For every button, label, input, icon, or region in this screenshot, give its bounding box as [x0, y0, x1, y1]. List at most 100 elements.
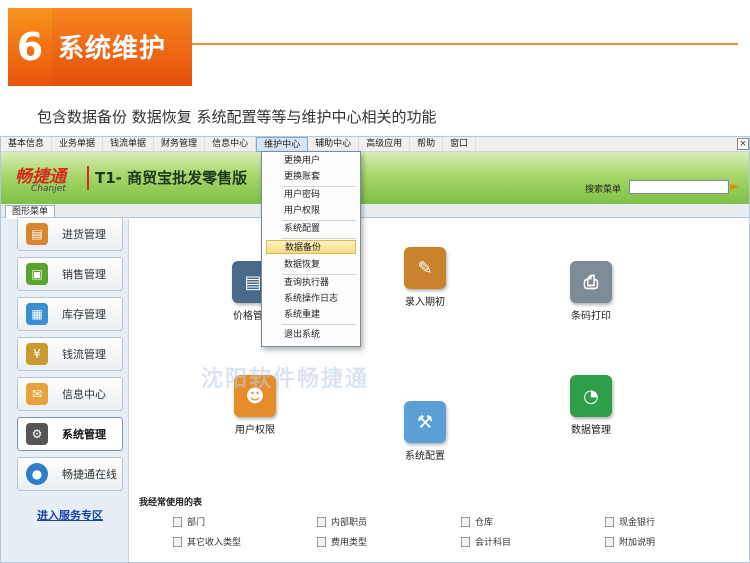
brand-bar: 畅捷通 Chanjet T1- 商贸宝批发零售版 搜索菜单 ► — [1, 152, 749, 204]
menu-item-switch-user[interactable]: 更换用户 — [266, 154, 356, 168]
logo-divider — [87, 166, 89, 190]
sidebar-item-cashflow[interactable]: ¥ 钱流管理 — [17, 337, 123, 371]
menu-item-system-rebuild[interactable]: 系统重建 — [266, 308, 356, 322]
slide: 6 系统维护 包含数据备份 数据恢复 系统配置等等与维护中心相关的功能 基本信息… — [0, 0, 750, 563]
menu-item-user-password[interactable]: 用户密码 — [266, 188, 356, 202]
main-panel: ▤ 价格管理 ✎ 录入期初 ⎙ 条码打印 ☻ 用户权限 ⚒ 系统配置 ◔ 数据管… — [129, 219, 749, 562]
feature-label: 用户权限 — [235, 425, 275, 436]
menu-item-switch-account[interactable]: 更换账套 — [266, 170, 356, 184]
sidebar-item-online[interactable]: ● 畅捷通在线 — [17, 457, 123, 491]
fav-expense-type[interactable]: 费用类型 — [317, 535, 367, 548]
fav-other-income[interactable]: 其它收入类型 — [173, 535, 241, 548]
money-icon: ¥ — [26, 343, 48, 365]
menu-item-data-restore[interactable]: 数据恢复 — [266, 258, 356, 272]
sidebar-item-label: 系统管理 — [62, 428, 106, 441]
sidebar-item-purchase[interactable]: ▤ 进货管理 — [17, 217, 123, 251]
tab-strip: 图形菜单 — [1, 204, 749, 218]
document-icon — [317, 516, 326, 527]
inventory-icon: ▦ — [26, 303, 48, 325]
document-icon — [605, 516, 614, 527]
fav-department[interactable]: 部门 — [173, 515, 205, 528]
sidebar-item-inventory[interactable]: ▦ 库存管理 — [17, 297, 123, 331]
menu-help[interactable]: 帮助 — [410, 137, 444, 152]
document-icon — [173, 536, 182, 547]
fav-label: 会计科目 — [475, 538, 512, 548]
fav-label: 内部职员 — [331, 518, 368, 528]
menu-basic-info[interactable]: 基本信息 — [1, 137, 53, 152]
search-input[interactable] — [629, 180, 729, 194]
sidebar-item-label: 畅捷通在线 — [62, 468, 117, 481]
menu-item-system-config[interactable]: 系统配置 — [266, 222, 356, 236]
wrench-icon: ⚒ — [404, 401, 446, 443]
settings-icon: ⚙ — [26, 423, 48, 445]
menu-item-query-executor[interactable]: 查询执行器 — [266, 276, 356, 290]
feature-label: 数据管理 — [571, 425, 611, 436]
menu-maintenance-center[interactable]: 维护中心 — [256, 137, 309, 152]
close-icon[interactable]: × — [737, 138, 749, 150]
menu-business-docs[interactable]: 业务单据 — [52, 137, 104, 152]
slide-subtitle: 包含数据备份 数据恢复 系统配置等等与维护中心相关的功能 — [37, 108, 437, 126]
menu-info-center[interactable]: 信息中心 — [205, 137, 257, 152]
info-icon: ✉ — [26, 383, 48, 405]
sidebar-item-system[interactable]: ⚙ 系统管理 — [17, 417, 123, 451]
feature-label: 条码打印 — [571, 311, 611, 322]
title-divider — [192, 43, 738, 45]
menu-bar: 基本信息 业务单据 钱流单据 财务管理 信息中心 维护中心 辅助中心 高级应用 … — [1, 137, 749, 152]
menu-separator — [282, 238, 356, 239]
sidebar-item-label: 销售管理 — [62, 268, 106, 281]
menu-item-data-backup[interactable]: 数据备份 — [266, 240, 356, 254]
purchase-icon: ▤ — [26, 223, 48, 245]
product-name: T1- 商贸宝批发零售版 — [95, 169, 248, 187]
document-icon — [605, 536, 614, 547]
sidebar-item-label: 库存管理 — [62, 308, 106, 321]
document-icon — [173, 516, 182, 527]
feature-label: 系统配置 — [405, 451, 445, 462]
menu-separator — [282, 220, 356, 221]
document-icon — [461, 536, 470, 547]
app-window: 基本信息 业务单据 钱流单据 财务管理 信息中心 维护中心 辅助中心 高级应用 … — [0, 136, 750, 563]
fav-notes[interactable]: 附加说明 — [605, 535, 655, 548]
fav-label: 现金银行 — [619, 518, 656, 528]
enter-service-zone-link[interactable]: 进入服务专区 — [37, 507, 103, 523]
sidebar-item-label: 钱流管理 — [62, 348, 106, 361]
fav-staff[interactable]: 内部职员 — [317, 515, 367, 528]
menu-item-operation-log[interactable]: 系统操作日志 — [266, 292, 356, 306]
fav-warehouse[interactable]: 仓库 — [461, 515, 493, 528]
fav-label: 仓库 — [475, 518, 494, 528]
fav-label: 部门 — [187, 518, 206, 528]
sidebar-item-label: 信息中心 — [62, 388, 106, 401]
maintenance-dropdown-menu: 更换用户 更换账套 用户密码 用户权限 系统配置 数据备份 数据恢复 查询执行器… — [261, 151, 361, 347]
watermark-text: 沈阳软件畅捷通 — [201, 367, 370, 392]
menu-item-user-rights[interactable]: 用户权限 — [266, 204, 356, 218]
fav-cash-bank[interactable]: 现金银行 — [605, 515, 655, 528]
favorites-title: 我经常使用的表 — [139, 498, 203, 508]
feature-system-config[interactable]: ⚒ 系统配置 — [385, 401, 465, 462]
menu-cashflow-docs[interactable]: 钱流单据 — [103, 137, 155, 152]
search-go-icon[interactable]: ► — [730, 179, 744, 194]
slide-title: 系统维护 — [58, 34, 167, 64]
menu-item-exit-system[interactable]: 退出系统 — [266, 328, 356, 342]
feature-data-management[interactable]: ◔ 数据管理 — [551, 375, 631, 436]
feature-label: 录入期初 — [405, 297, 445, 308]
fav-label: 其它收入类型 — [187, 538, 242, 548]
sidebar-item-info-center[interactable]: ✉ 信息中心 — [17, 377, 123, 411]
feature-opening-entry[interactable]: ✎ 录入期初 — [385, 247, 465, 308]
basket-icon: ▣ — [26, 263, 48, 285]
document-icon — [461, 516, 470, 527]
document-icon — [317, 536, 326, 547]
menu-window[interactable]: 窗口 — [443, 137, 477, 152]
logo-subtext: Chanjet — [31, 184, 66, 194]
printer-icon: ⎙ — [570, 261, 612, 303]
menu-aux-center[interactable]: 辅助中心 — [308, 137, 360, 152]
sidebar-item-sales[interactable]: ▣ 销售管理 — [17, 257, 123, 291]
menu-separator — [282, 324, 356, 325]
fav-label: 费用类型 — [331, 538, 368, 548]
sidebar-item-label: 进货管理 — [62, 228, 106, 241]
menu-finance[interactable]: 财务管理 — [154, 137, 206, 152]
pie-chart-icon: ◔ — [570, 375, 612, 417]
notebook-pencil-icon: ✎ — [404, 247, 446, 289]
feature-barcode-print[interactable]: ⎙ 条码打印 — [551, 261, 631, 322]
menu-advanced[interactable]: 高级应用 — [359, 137, 411, 152]
fav-accounts[interactable]: 会计科目 — [461, 535, 511, 548]
search-menu-label: 搜索菜单 — [585, 185, 622, 195]
